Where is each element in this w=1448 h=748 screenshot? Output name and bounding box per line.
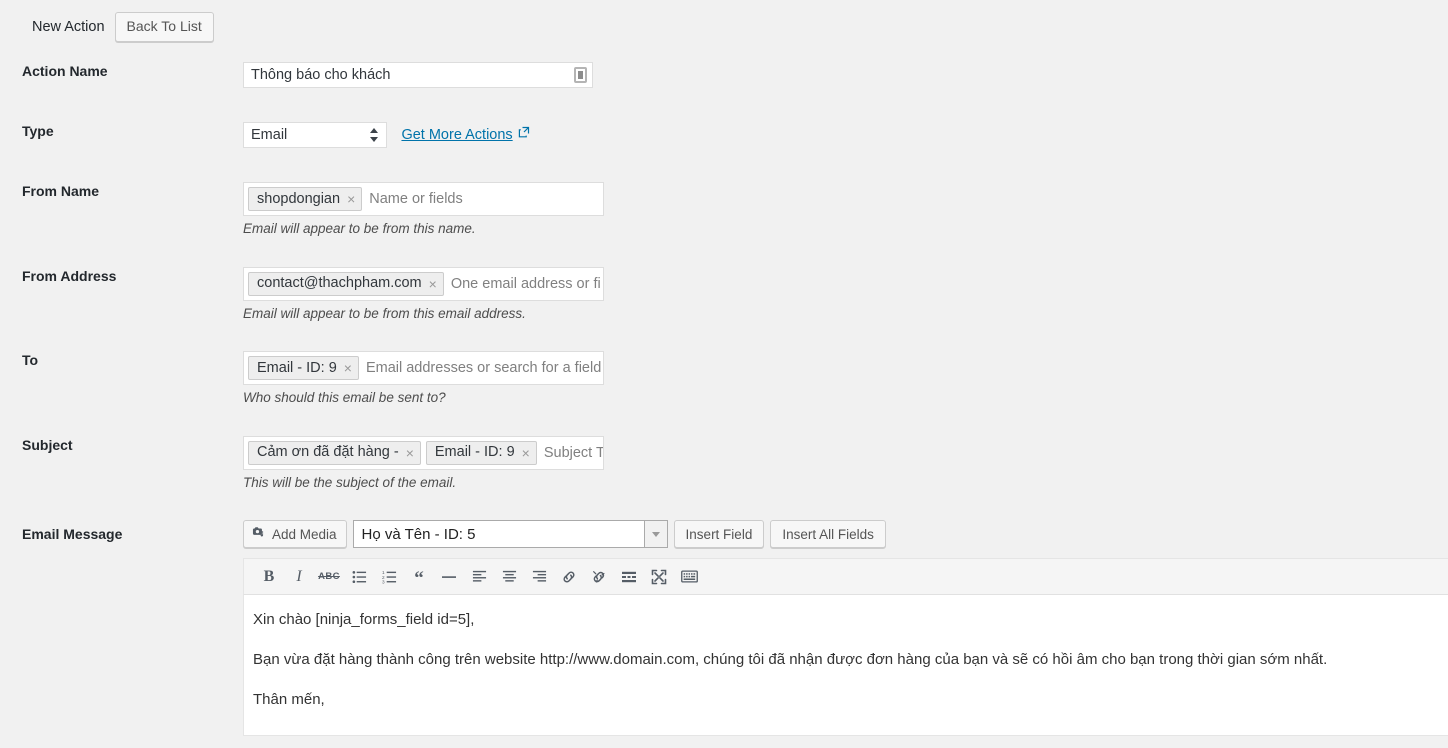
align-left-icon[interactable] xyxy=(464,563,494,591)
from-name-token-field[interactable]: shopdongian × Name or fields xyxy=(243,182,604,216)
chip[interactable]: contact@thachpham.com × xyxy=(248,271,444,296)
form-row-from-address: From Address contact@thachpham.com × One… xyxy=(0,266,1448,323)
type-label: Type xyxy=(22,123,54,139)
subject-placeholder: Subject Te xyxy=(543,444,603,461)
editor-content-area[interactable]: Xin chào [ninja_forms_field id=5], Bạn v… xyxy=(243,595,1448,737)
external-link-icon xyxy=(518,126,530,138)
to-token-field[interactable]: Email - ID: 9 × Email addresses or searc… xyxy=(243,351,604,386)
add-media-button[interactable]: Add Media xyxy=(243,520,347,549)
chip-label: Cảm ơn đã đặt hàng - xyxy=(257,444,399,461)
align-right-icon[interactable] xyxy=(524,563,554,591)
chip-label: contact@thachpham.com xyxy=(257,275,422,292)
chevron-down-icon xyxy=(651,531,660,537)
chevron-updown-icon xyxy=(370,128,379,142)
page-header: New Action Back To List xyxy=(0,0,214,43)
bold-icon[interactable]: B xyxy=(254,563,284,591)
message-paragraph: Bạn vừa đặt hàng thành công trên website… xyxy=(253,651,1328,669)
keyboard-shortcuts-icon[interactable] xyxy=(674,563,704,591)
from-address-token-field[interactable]: contact@thachpham.com × One email addres… xyxy=(243,266,604,301)
action-name-input[interactable] xyxy=(244,63,592,87)
align-center-icon[interactable] xyxy=(494,563,524,591)
bulleted-list-icon[interactable] xyxy=(344,563,374,591)
get-more-actions-label: Get More Actions xyxy=(401,127,513,143)
blockquote-icon[interactable]: “ xyxy=(404,565,434,593)
editor-top-bar: Add Media Họ và Tên - ID: 5 Insert Field… xyxy=(243,519,1448,549)
media-icon xyxy=(251,525,266,543)
subject-label: Subject xyxy=(22,436,73,453)
from-name-help: Email will appear to be from this name. xyxy=(243,221,476,236)
message-paragraph: Xin chào [ninja_forms_field id=5], xyxy=(253,611,475,629)
new-action-page: New Action Back To List Action Name Type… xyxy=(0,0,1448,748)
insert-read-more-icon[interactable] xyxy=(614,563,644,591)
insert-all-fields-button[interactable]: Insert All Fields xyxy=(770,520,886,549)
chip-label: Email - ID: 9 xyxy=(434,444,515,461)
get-more-actions-link[interactable]: Get More Actions xyxy=(401,126,530,143)
back-to-list-button[interactable]: Back To List xyxy=(114,12,214,43)
chip-label: shopdongian xyxy=(257,190,341,207)
chip-remove-icon[interactable]: × xyxy=(406,446,414,460)
to-label: To xyxy=(22,352,39,369)
merge-tag-icon[interactable] xyxy=(574,67,587,83)
svg-text:3: 3 xyxy=(382,579,385,583)
type-select-value: Email xyxy=(251,127,288,143)
chip[interactable]: Email - ID: 9 × xyxy=(425,440,537,465)
action-form: Action Name Type Email Get More Actions xyxy=(0,62,1448,737)
form-row-action-name: Action Name xyxy=(0,62,1448,88)
horizontal-rule-icon[interactable] xyxy=(434,563,464,591)
chip-remove-icon[interactable]: × xyxy=(522,446,530,460)
strikethrough-icon[interactable]: ABC xyxy=(314,563,344,591)
add-media-label: Add Media xyxy=(272,526,337,542)
remove-link-icon[interactable] xyxy=(584,563,614,591)
form-row-to: To Email - ID: 9 × Email addresses or se… xyxy=(0,351,1448,407)
form-row-email-message: Email Message Add Media Họ và Tên - ID: … xyxy=(0,519,1448,737)
action-name-field-wrap xyxy=(243,62,593,88)
chip[interactable]: shopdongian × xyxy=(248,187,363,211)
chip-remove-icon[interactable]: × xyxy=(344,361,352,375)
from-address-placeholder: One email address or fi xyxy=(450,275,601,292)
from-name-placeholder: Name or fields xyxy=(369,191,463,207)
insert-link-icon[interactable] xyxy=(554,563,584,591)
subject-help: This will be the subject of the email. xyxy=(243,474,457,490)
message-paragraph: Thân mến, xyxy=(253,691,325,709)
form-row-type: Type Email Get More Actions xyxy=(0,122,1448,148)
editor-toolbar: B I ABC 1 2 3 “ xyxy=(243,558,1448,596)
field-select-caret-button[interactable] xyxy=(643,520,668,549)
from-name-label: From Name xyxy=(22,183,100,199)
page-title: New Action xyxy=(32,18,105,35)
chip[interactable]: Email - ID: 9 × xyxy=(248,356,359,381)
from-address-label: From Address xyxy=(22,267,117,284)
chip-remove-icon[interactable]: × xyxy=(347,192,355,206)
action-name-label: Action Name xyxy=(22,63,108,79)
italic-icon[interactable]: I xyxy=(284,563,314,591)
email-message-label: Email Message xyxy=(22,526,123,543)
chip-label: Email - ID: 9 xyxy=(257,359,337,376)
to-placeholder: Email addresses or search for a field xyxy=(365,360,602,377)
type-select[interactable]: Email xyxy=(243,122,387,148)
chip-remove-icon[interactable]: × xyxy=(429,277,437,291)
field-select-value[interactable]: Họ và Tên - ID: 5 xyxy=(352,520,644,549)
from-address-help: Email will appear to be from this email … xyxy=(243,305,526,321)
to-help: Who should this email be sent to? xyxy=(243,390,446,406)
fullscreen-icon[interactable] xyxy=(644,563,674,591)
field-select[interactable]: Họ và Tên - ID: 5 xyxy=(352,520,668,549)
form-row-subject: Subject Cảm ơn đã đặt hàng - × Email - I… xyxy=(0,435,1448,492)
form-row-from-name: From Name shopdongian × Name or fields E… xyxy=(0,182,1448,238)
numbered-list-icon[interactable]: 1 2 3 xyxy=(374,563,404,591)
chip[interactable]: Cảm ơn đã đặt hàng - × xyxy=(248,440,421,465)
subject-token-field[interactable]: Cảm ơn đã đặt hàng - × Email - ID: 9 × S… xyxy=(243,435,604,470)
insert-field-button[interactable]: Insert Field xyxy=(673,520,765,549)
